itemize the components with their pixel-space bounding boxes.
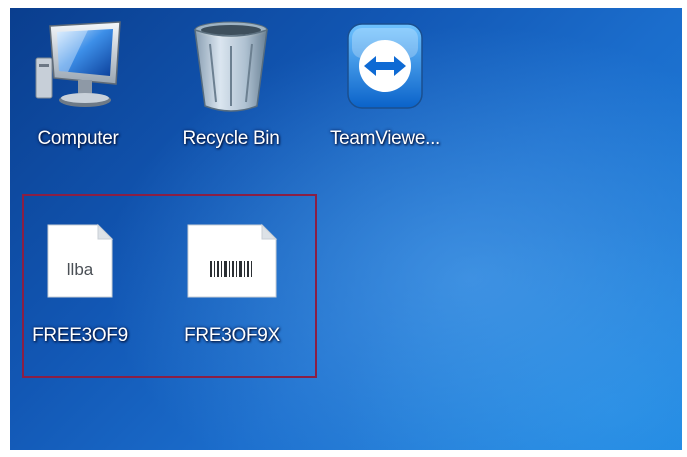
icon-label-free3of9: FREE3OF9 bbox=[32, 325, 128, 346]
icon-label-teamviewer: TeamViewe... bbox=[329, 128, 441, 149]
font-file-icon: llba bbox=[47, 223, 114, 298]
desktop-icon-fre3of9x[interactable]: FRE3OF9X bbox=[176, 213, 288, 363]
icon-label-computer: Computer bbox=[37, 128, 119, 149]
recycle-bin-icon bbox=[194, 21, 268, 112]
desktop-icon-computer[interactable]: Computer bbox=[22, 8, 134, 168]
teamviewer-icon bbox=[347, 23, 423, 109]
desktop[interactable]: Computer Recycle Bin TeamViewe... llba F… bbox=[10, 8, 682, 450]
desktop-icon-teamviewer[interactable]: TeamViewe... bbox=[310, 8, 460, 168]
font-preview-glyph: llba bbox=[67, 260, 94, 279]
computer-icon bbox=[35, 21, 121, 107]
desktop-icon-free3of9[interactable]: llba FREE3OF9 bbox=[24, 213, 136, 363]
icon-label-recycle-bin: Recycle Bin bbox=[182, 128, 280, 149]
barcode-font-file-icon bbox=[187, 223, 278, 298]
desktop-icon-recycle-bin[interactable]: Recycle Bin bbox=[175, 8, 287, 168]
icon-label-fre3of9x: FRE3OF9X bbox=[184, 325, 280, 346]
